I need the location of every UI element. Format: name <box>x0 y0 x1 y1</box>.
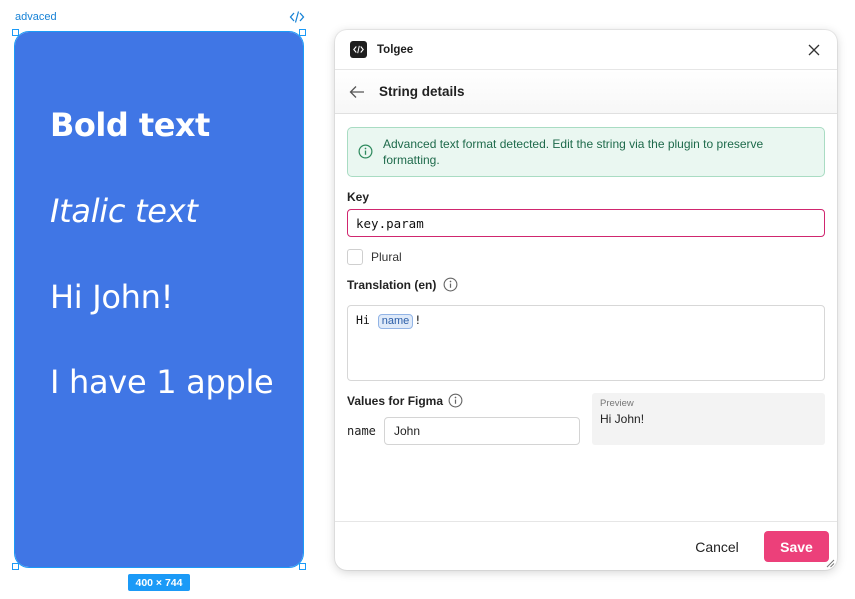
plural-toggle-row[interactable]: Plural <box>347 249 402 265</box>
plugin-title: Tolgee <box>377 43 414 56</box>
dialog-footer: Cancel Save <box>335 521 837 570</box>
values-for-figma-label: Values for Figma <box>347 394 444 408</box>
values-info-icon[interactable] <box>448 393 463 408</box>
alert-message: Advanced text format detected. Edit the … <box>383 137 764 167</box>
preview-text: Hi John! <box>600 412 645 426</box>
translation-text-suffix: ! <box>414 313 422 327</box>
resize-handle-bottom-right[interactable] <box>299 563 306 570</box>
save-button[interactable]: Save <box>764 531 829 562</box>
param-chip-name[interactable]: name <box>377 314 414 329</box>
frame-size-badge: 400 × 744 <box>128 574 190 591</box>
translation-label: Translation (en) <box>347 278 437 292</box>
advanced-format-alert: Advanced text format detected. Edit the … <box>347 127 825 177</box>
plural-label: Plural <box>371 250 402 264</box>
close-icon <box>808 44 820 55</box>
window-resize-grip-icon[interactable] <box>825 558 835 568</box>
frame-text-greeting[interactable]: Hi John! <box>50 278 173 316</box>
arrow-left-icon <box>349 85 364 98</box>
resize-handle-top-left[interactable] <box>12 29 19 36</box>
preview-caption: Preview <box>600 398 634 409</box>
info-circle-icon <box>358 144 373 159</box>
resize-handle-top-right[interactable] <box>299 29 306 36</box>
resize-handle-bottom-left[interactable] <box>12 563 19 570</box>
param-name-label: name <box>347 424 376 438</box>
tolgee-logo-icon <box>350 41 367 58</box>
translation-info-icon[interactable] <box>443 277 458 292</box>
translation-editor[interactable]: Hi name! <box>347 305 825 381</box>
key-input[interactable] <box>347 209 825 237</box>
page-header: String details <box>335 70 837 114</box>
preview-panel: Preview Hi John! <box>592 393 825 445</box>
close-button[interactable] <box>806 42 822 58</box>
figma-frame[interactable]: Bold text Italic text Hi John! I have 1 … <box>14 31 304 568</box>
page-title: String details <box>379 84 465 99</box>
key-label: Key <box>347 190 370 204</box>
frame-text-italic[interactable]: Italic text <box>50 192 198 230</box>
param-value-input[interactable] <box>384 417 580 445</box>
frame-name-label[interactable]: advaced <box>15 11 57 23</box>
tolgee-plugin-window: Tolgee String details Advanced text form… <box>335 30 837 570</box>
translation-text-prefix: Hi <box>356 313 377 327</box>
frame-text-apple[interactable]: I have 1 apple <box>50 363 274 401</box>
figma-canvas: advaced Bold text Italic text Hi John! I… <box>0 0 855 599</box>
frame-text-bold[interactable]: Bold text <box>50 106 210 144</box>
plugin-titlebar: Tolgee <box>335 30 837 70</box>
plural-checkbox[interactable] <box>347 249 363 265</box>
back-button[interactable] <box>347 82 367 102</box>
dev-mode-code-icon[interactable] <box>289 10 305 24</box>
cancel-button[interactable]: Cancel <box>680 531 754 562</box>
